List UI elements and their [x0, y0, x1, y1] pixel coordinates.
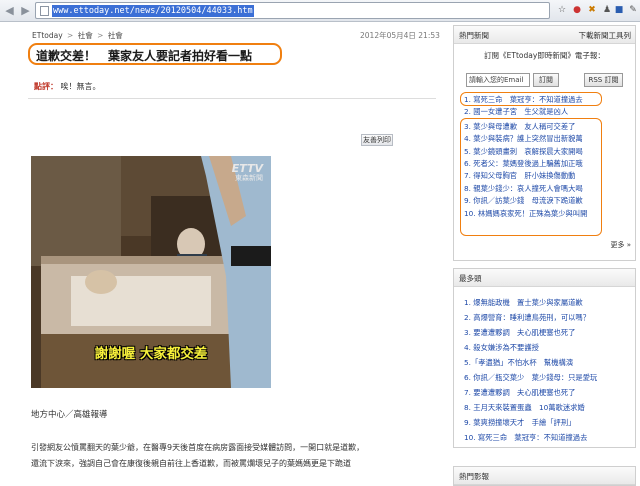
- list-item[interactable]: 1. 寫死三命 葉冠亨：不知道撞過去: [464, 94, 587, 106]
- forward-arrow-icon[interactable]: ▶: [18, 3, 33, 18]
- breadcrumb: ETtoday > 社會 > 社會: [32, 30, 123, 41]
- list-item[interactable]: 10. 寫死三命 葉冠亨：不知道撞過去: [464, 430, 597, 445]
- body-paragraph-line: 引發網友公憤罵翻天的葉少爺，在醫專9天後首度在病房露面接受媒體訪問，一開口就是道…: [31, 443, 365, 452]
- list-item[interactable]: 1. 爆無能政機 置士葉少與家屬道歉: [464, 295, 597, 310]
- panel-header: 熱門影報: [454, 467, 635, 485]
- more-link[interactable]: 更多 »: [610, 240, 631, 250]
- list-item[interactable]: 9. 你訊／訪葉少錢 母流淚下跪道歉: [464, 195, 587, 207]
- video-caption: 謝謝喔 大家都交差: [94, 346, 208, 362]
- bottom-panel: 熱門影報: [453, 466, 636, 486]
- news-photo[interactable]: ETTV 東森新聞 謝謝喔 大家都交差: [31, 156, 271, 388]
- more-label: 更多: [610, 241, 625, 249]
- list-item[interactable]: 3. 要遭遭夥調 夫心肌梗塞也死了: [464, 325, 597, 340]
- recommended-panel: 最多頭 1. 爆無能政機 置士葉少與家屬道歉 2. 高爆營育：睡利遭鳥苑刑，可以…: [453, 268, 636, 448]
- list-item[interactable]: 7. 得知父母胸官 肝小妹換傷動動: [464, 170, 587, 182]
- print-button[interactable]: 友善列印: [361, 134, 393, 146]
- reporter-line: 地方中心／高雄報導: [31, 410, 108, 420]
- article-column: ETtoday > 社會 > 社會 2012年05月4日 21:53 道歉交差！…: [0, 22, 446, 479]
- subscribe-title: 訂閱《ETtoday即時新聞》電子報：: [484, 51, 605, 60]
- comment-label: 點評：: [34, 82, 58, 91]
- star-icon[interactable]: ☆: [556, 4, 568, 16]
- logo-text: ETTV: [231, 162, 263, 175]
- editor-comment: 點評： 唉！無言。: [34, 81, 101, 92]
- user-icon[interactable]: ♟: [601, 4, 613, 16]
- email-input[interactable]: 請輸入您的Email: [466, 73, 530, 87]
- back-arrow-icon[interactable]: ◀: [2, 3, 17, 18]
- list-item[interactable]: 10. 林媽媽哀家死！正殊為葉少與叫開: [464, 208, 587, 220]
- rss-subscribe-button[interactable]: RSS 訂閱: [584, 73, 623, 87]
- sidebar: 熱門新聞 下載新聞工具列 訂閱《ETtoday即時新聞》電子報： 請輸入您的Em…: [450, 22, 640, 486]
- page-icon: [40, 6, 49, 16]
- panel-title: 熱門影報: [459, 472, 489, 481]
- breadcrumb-subsection[interactable]: 社會: [108, 31, 123, 40]
- list-item[interactable]: 2. 高爆營育：睡利遭鳥苑刑，可以嗎？: [464, 310, 597, 325]
- body-paragraph-line: 還流下淚來，強調自己會在康復後親自前往上香道歉，而被罵爛壞兒子的葉媽媽更是下跪道: [31, 459, 351, 468]
- breadcrumb-section[interactable]: 社會: [78, 31, 93, 40]
- address-bar[interactable]: www.ettoday.net/news/20120504/44033.htm: [35, 2, 550, 19]
- download-toolbar-link[interactable]: 下載新聞工具列: [579, 30, 632, 41]
- browser-toolbar: ◀ ▶ www.ettoday.net/news/20120504/44033.…: [0, 0, 640, 22]
- more-arrow-icon: »: [626, 241, 631, 249]
- list-item[interactable]: 2. 國一女遭子宮 生父就是凶人: [464, 106, 587, 118]
- list-item[interactable]: 9. 葉爽撈撞壞天才 手繪「評刑」: [464, 415, 597, 430]
- hot-news-panel: 熱門新聞 下載新聞工具列 訂閱《ETtoday即時新聞》電子報： 請輸入您的Em…: [453, 25, 636, 261]
- article-body: 引發網友公憤罵翻天的葉少爺，在醫專9天後首度在病房露面接受媒體訪問，一開口就是道…: [31, 440, 443, 472]
- list-item[interactable]: 6. 死者父：葉媽登後過上騙舊加正哦: [464, 158, 587, 170]
- list-item[interactable]: 4. 殺女嫌涉為不要護授: [464, 340, 597, 355]
- panel-title: 熱門新聞: [459, 31, 489, 40]
- ettv-logo: ETTV 東森新聞: [219, 163, 263, 183]
- list-item[interactable]: 5.「孝遺猶」不怕水杯 幫機構演: [464, 355, 597, 370]
- divider: [28, 98, 436, 99]
- shield-icon[interactable]: ■: [613, 4, 625, 16]
- breadcrumb-separator: >: [97, 31, 104, 40]
- list-item[interactable]: 6. 你訊／瓶交葉少 葉少錢母：只是愛玩: [464, 370, 597, 385]
- list-item[interactable]: 8. 親葉少錢少：哀人撞死人會嗎大喝: [464, 183, 587, 195]
- extension-icon[interactable]: ✖: [586, 4, 598, 16]
- list-item[interactable]: 8. 王月天來裝置蛋蟲 10萬歌迷求婚: [464, 400, 597, 415]
- url-text[interactable]: www.ettoday.net/news/20120504/44033.htm: [52, 5, 254, 17]
- panel-title: 最多頭: [459, 274, 482, 283]
- logo-subtext: 東森新聞: [235, 174, 263, 182]
- list-item[interactable]: 4. 葉少與裝病？護上突然冒出新貌萬: [464, 133, 587, 145]
- panel-header: 最多頭: [454, 269, 635, 287]
- breadcrumb-home[interactable]: ETtoday: [32, 31, 63, 40]
- recommended-list: 1. 爆無能政機 置士葉少與家屬道歉 2. 高爆營育：睡利遭鳥苑刑，可以嗎？ 3…: [464, 295, 597, 445]
- list-item[interactable]: 5. 葉少鏡頭畫刺 哀解探晨大家開喝: [464, 146, 587, 158]
- subscribe-button[interactable]: 訂閱: [533, 73, 559, 87]
- list-item[interactable]: 3. 葉少與母遭歉 友人稱可交差了: [464, 121, 587, 133]
- hot-news-list: 1. 寫死三命 葉冠亨：不知道撞過去 2. 國一女遭子宮 生父就是凶人 3. 葉…: [464, 94, 587, 220]
- publish-date: 2012年05月4日 21:53: [360, 31, 440, 40]
- wrench-icon[interactable]: ✎: [627, 4, 639, 16]
- comment-text: 唉！無言。: [60, 82, 101, 91]
- list-item[interactable]: 7. 要遭遭夥調 夫心肌梗塞也死了: [464, 385, 597, 400]
- article-title: 道歉交差！ 葉家友人要記者拍好看一點: [36, 49, 253, 63]
- breadcrumb-separator: >: [67, 31, 74, 40]
- adblock-icon[interactable]: ●: [571, 4, 583, 16]
- panel-header: 熱門新聞 下載新聞工具列: [454, 26, 635, 44]
